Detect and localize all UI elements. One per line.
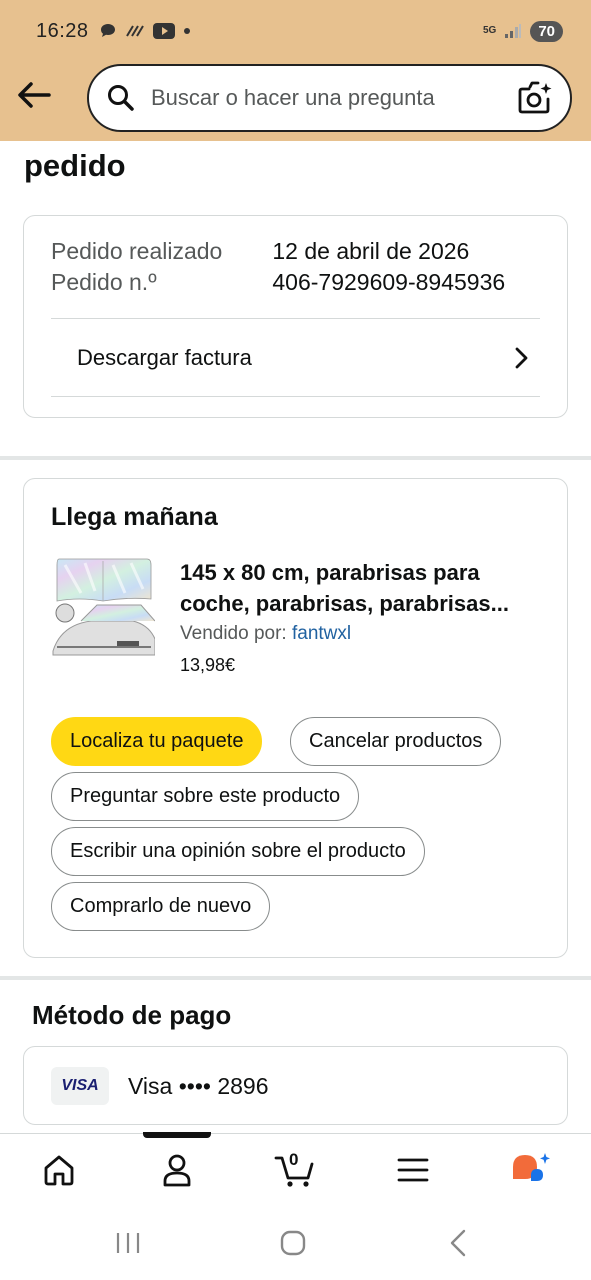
bottom-navigation: 0: [0, 1132, 591, 1205]
nav-account[interactable]: [152, 1148, 202, 1192]
sold-by-label: Vendido por:: [180, 623, 292, 644]
active-tab-indicator: [143, 1132, 211, 1138]
order-date-value: 12 de abril de 2026: [272, 238, 470, 264]
order-date-row: Pedido realizado 12 de abril de 2026: [51, 238, 469, 265]
order-number-value: 406-7929609-8945936: [272, 269, 506, 295]
write-review-button[interactable]: Escribir una opinión sobre el producto: [51, 827, 425, 876]
order-info-card: Pedido realizado 12 de abril de 2026 Ped…: [23, 215, 568, 418]
cancel-items-button[interactable]: Cancelar productos: [290, 717, 502, 766]
delivery-status-title: Llega mañana: [51, 503, 218, 531]
back-chevron-icon: [450, 1229, 466, 1257]
nav-home[interactable]: [34, 1148, 84, 1192]
sold-by-line: Vendido por: fantwxl: [180, 623, 351, 645]
buy-again-button[interactable]: Comprarlo de nuevo: [51, 882, 271, 931]
account-icon: [163, 1154, 191, 1187]
recent-apps-button[interactable]: [108, 1227, 148, 1259]
status-bar: 16:28 5G 70: [36, 16, 563, 46]
dot-icon: [183, 28, 190, 34]
home-system-button[interactable]: [273, 1227, 313, 1259]
product-title-link[interactable]: 145 x 80 cm, parabrisas para coche, para…: [180, 557, 550, 619]
visa-logo: VISA: [51, 1067, 109, 1105]
arrow-left-icon: [18, 82, 51, 108]
nav-cart[interactable]: 0: [270, 1148, 320, 1192]
payment-method-title: Método de pago: [32, 1000, 232, 1030]
payment-card-text: Visa •••• 2896: [128, 1073, 269, 1099]
search-icon: [108, 85, 134, 111]
status-notification-icons: [99, 22, 191, 40]
assistant-icon: [513, 1153, 550, 1181]
home-circle-icon: [280, 1230, 306, 1256]
product-price: 13,98€: [180, 655, 236, 675]
search-placeholder[interactable]: Buscar o hacer una pregunta: [151, 85, 516, 111]
camera-search-button[interactable]: [516, 78, 556, 118]
search-bar[interactable]: Buscar o hacer una pregunta: [87, 64, 572, 132]
order-date-label: Pedido realizado: [51, 238, 223, 264]
ask-product-question-button[interactable]: Preguntar sobre este producto: [51, 772, 360, 821]
battery-level: 70: [530, 20, 563, 42]
seller-link[interactable]: fantwxl: [292, 623, 351, 644]
camera-sparkle-icon: [518, 81, 552, 114]
cell-signal-icon: [505, 24, 522, 38]
recent-apps-icon: [116, 1233, 140, 1253]
track-package-button[interactable]: Localiza tu paquete: [51, 717, 263, 766]
order-number-row: Pedido n.º 406-7929609-8945936: [51, 269, 505, 296]
nav-assistant[interactable]: [506, 1148, 556, 1192]
status-time: 16:28: [36, 19, 89, 42]
download-invoice-label: Descargar factura: [77, 345, 252, 370]
divider: [51, 396, 540, 397]
page-title: pedido: [24, 148, 126, 183]
home-icon: [44, 1155, 74, 1186]
youtube-icon: [152, 23, 175, 39]
payment-method-card: VISA Visa •••• 2896: [23, 1046, 568, 1125]
network-type: 5G: [482, 25, 497, 36]
system-navigation-bar: [0, 1205, 591, 1280]
divider: [51, 318, 540, 319]
app-header: 16:28 5G 70 Buscar o hacer una pregunta: [0, 0, 591, 141]
section-separator: [0, 976, 591, 980]
order-number-label: Pedido n.º: [51, 269, 157, 295]
product-image[interactable]: [51, 555, 156, 659]
section-separator: [0, 456, 591, 460]
delivery-card: Llega mañana 145 x 80 cm, parabrisas par…: [23, 478, 568, 958]
nav-menu[interactable]: [388, 1148, 438, 1192]
signal-tool-icon: [125, 25, 144, 37]
system-back-button[interactable]: [438, 1227, 478, 1259]
menu-icon: [397, 1158, 429, 1182]
back-button[interactable]: [14, 76, 54, 114]
chevron-right-icon: [515, 347, 528, 369]
download-invoice-row[interactable]: Descargar factura: [51, 320, 540, 396]
chat-notification-icon: [100, 24, 115, 37]
cart-count: 0: [289, 1150, 299, 1169]
